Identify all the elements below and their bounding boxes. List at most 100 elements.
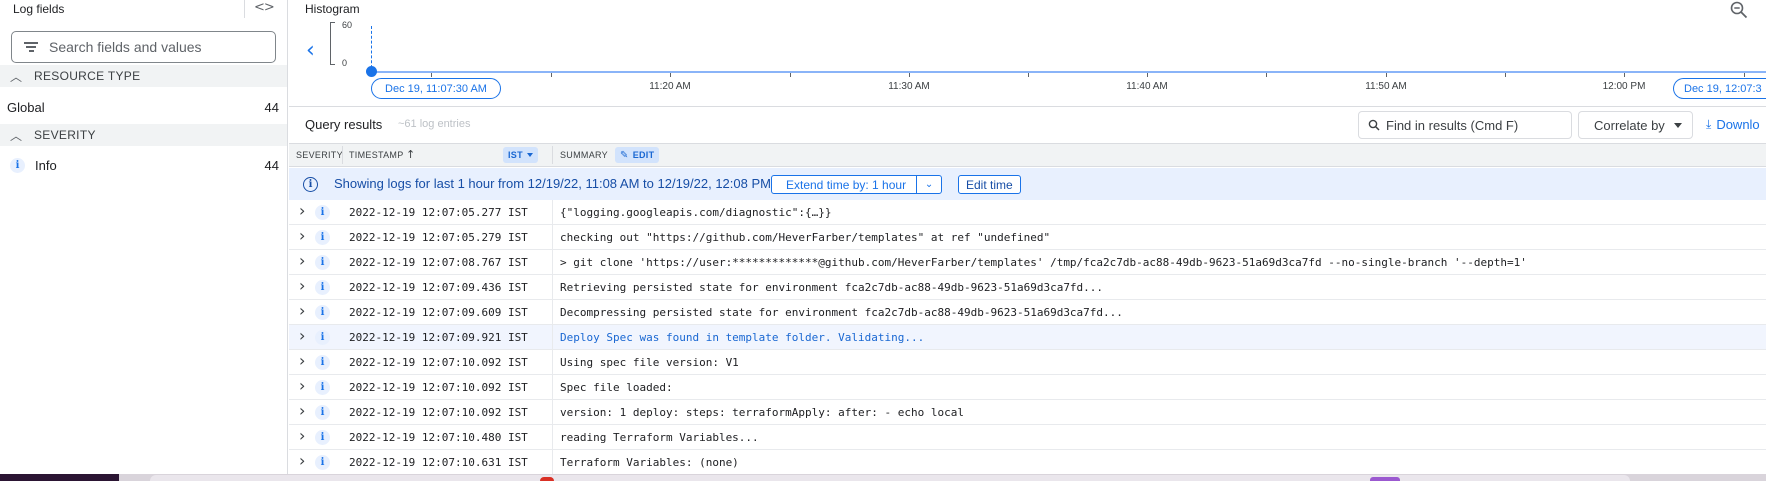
timezone-chip[interactable]: IST (503, 147, 538, 163)
edit-summary-button[interactable]: ✎ EDIT (615, 147, 660, 163)
section-resource-type[interactable]: ︿ RESOURCE TYPE (0, 65, 287, 87)
log-row[interactable]: › i 2022-12-19 12:07:08.767 IST > git clone… (289, 250, 1766, 275)
field-item-info[interactable]: i Info 44 (0, 153, 287, 177)
log-row[interactable]: › i 2022-12-19 12:07:10.631 IST Terraform V… (289, 450, 1766, 475)
code-icon[interactable]: <> (254, 0, 275, 15)
edit-time-button[interactable]: Edit time (958, 175, 1021, 194)
chevron-down-icon[interactable]: ⌄ (917, 179, 941, 190)
log-rows: › i 2022-12-19 12:07:05.277 IST {"logging.g… (289, 200, 1766, 475)
log-row[interactable]: › i 2022-12-19 12:07:10.092 IST Spec file l… (289, 375, 1766, 400)
divider (552, 425, 553, 449)
tick (909, 73, 910, 77)
divider (552, 300, 553, 324)
divider (552, 325, 553, 349)
find-placeholder: Find in results (Cmd F) (1386, 117, 1519, 133)
info-severity-icon: i (315, 205, 330, 220)
log-timestamp: 2022-12-19 12:07:09.436 IST (349, 281, 528, 294)
log-row[interactable]: › i 2022-12-19 12:07:10.092 IST version: 1 … (289, 400, 1766, 425)
log-timestamp: 2022-12-19 12:07:05.279 IST (349, 231, 528, 244)
field-item-global[interactable]: Global 44 (0, 95, 287, 119)
taskbar (0, 474, 1766, 481)
log-timestamp: 2022-12-19 12:07:05.277 IST (349, 206, 528, 219)
find-in-results-input[interactable]: Find in results (Cmd F) (1358, 111, 1572, 139)
divider (552, 375, 553, 399)
download-button[interactable]: ⤓ Downlo (1706, 117, 1760, 132)
app-icon[interactable] (540, 477, 554, 481)
log-row[interactable]: › i 2022-12-19 12:07:09.609 IST Decompressi… (289, 300, 1766, 325)
download-icon: ⤓ (1706, 117, 1712, 131)
taskbar-start (0, 474, 119, 481)
results-column-header: SEVERITY TIMESTAMP ↑ IST SUMMARY ✎ EDIT (289, 143, 1766, 167)
info-severity-icon: i (315, 255, 330, 270)
chevron-right-icon[interactable]: › (299, 326, 305, 345)
log-summary: Decompressing persisted state for enviro… (560, 306, 1123, 319)
log-timestamp: 2022-12-19 12:07:09.921 IST (349, 331, 528, 344)
log-row[interactable]: › i 2022-12-19 12:07:05.277 IST {"logging.g… (289, 200, 1766, 225)
extend-time-button[interactable]: Extend time by: 1 hour ⌄ (771, 175, 943, 194)
field-search-box[interactable] (11, 31, 276, 63)
chevron-right-icon[interactable]: › (299, 226, 305, 245)
section-severity[interactable]: ︿ SEVERITY (0, 124, 287, 146)
field-count: 44 (264, 99, 279, 115)
tick (790, 73, 791, 77)
chevron-right-icon[interactable]: › (299, 301, 305, 320)
field-name: Info (35, 157, 57, 173)
col-severity[interactable]: SEVERITY (296, 150, 343, 160)
col-timestamp[interactable]: TIMESTAMP (349, 150, 404, 160)
main-panel: Histogram ‹ 60 0 11:20 AM 11:30 AM 11:40… (289, 0, 1766, 475)
extend-time-label[interactable]: Extend time by: 1 hour (772, 176, 918, 193)
log-row[interactable]: › i 2022-12-19 12:07:10.480 IST reading Ter… (289, 425, 1766, 450)
info-severity-icon: i (315, 230, 330, 245)
tick (1266, 73, 1267, 77)
app-icon[interactable] (1370, 477, 1400, 481)
caret-down-icon (1674, 123, 1682, 128)
search-icon (1368, 119, 1380, 131)
end-time-pill[interactable]: Dec 19, 12:07:3 (1673, 78, 1766, 99)
caret-down-icon (526, 153, 533, 157)
y-axis-min: 0 (342, 58, 348, 68)
chevron-left-icon[interactable]: ‹ (306, 38, 315, 63)
log-row[interactable]: › i 2022-12-19 12:07:10.092 IST Using spec … (289, 350, 1766, 375)
edit-label: EDIT (632, 150, 655, 160)
tick (551, 73, 552, 77)
section-label: SEVERITY (34, 128, 96, 142)
chevron-right-icon[interactable]: › (299, 201, 305, 220)
time-label: 11:20 AM (649, 81, 691, 92)
histogram-handle[interactable] (366, 66, 377, 77)
chevron-right-icon[interactable]: › (299, 451, 305, 470)
log-row[interactable]: › i 2022-12-19 12:07:05.279 IST checking ou… (289, 225, 1766, 250)
field-search-input[interactable] (49, 39, 259, 55)
start-time-pill[interactable]: Dec 19, 11:07:30 AM (371, 78, 501, 99)
chevron-right-icon[interactable]: › (299, 351, 305, 370)
tick (1505, 73, 1506, 77)
log-entry-count: ~61 log entries (398, 118, 471, 130)
tick (1744, 73, 1745, 77)
correlate-by-dropdown[interactable]: Correlate by (1578, 111, 1693, 139)
log-fields-title: Log fields (13, 2, 65, 16)
field-count: 44 (264, 157, 279, 173)
chevron-right-icon[interactable]: › (299, 251, 305, 270)
divider (552, 450, 553, 474)
log-summary: Retrieving persisted state for environme… (560, 281, 1104, 294)
col-summary: SUMMARY (560, 150, 608, 160)
sort-ascending-icon[interactable]: ↑ (406, 148, 416, 161)
log-timestamp: 2022-12-19 12:07:08.767 IST (349, 256, 528, 269)
divider (552, 350, 553, 374)
tick (431, 73, 432, 77)
log-summary: checking out "https://github.com/HeverFa… (560, 231, 1051, 244)
chevron-right-icon[interactable]: › (299, 376, 305, 395)
divider (552, 250, 553, 274)
divider (552, 400, 553, 424)
divider (552, 146, 553, 164)
chevron-right-icon[interactable]: › (299, 426, 305, 445)
histogram-title: Histogram (305, 2, 360, 16)
field-name: Global (7, 99, 45, 115)
section-label: RESOURCE TYPE (34, 69, 141, 83)
log-row[interactable]: › i 2022-12-19 12:07:09.436 IST Retrieving … (289, 275, 1766, 300)
log-row[interactable]: › i 2022-12-19 12:07:09.921 IST Deploy Spec… (289, 325, 1766, 350)
chevron-right-icon[interactable]: › (299, 401, 305, 420)
chevron-right-icon[interactable]: › (299, 276, 305, 295)
info-severity-icon: i (315, 330, 330, 345)
time-label: 11:50 AM (1365, 81, 1407, 92)
zoom-out-icon[interactable] (1730, 1, 1748, 19)
